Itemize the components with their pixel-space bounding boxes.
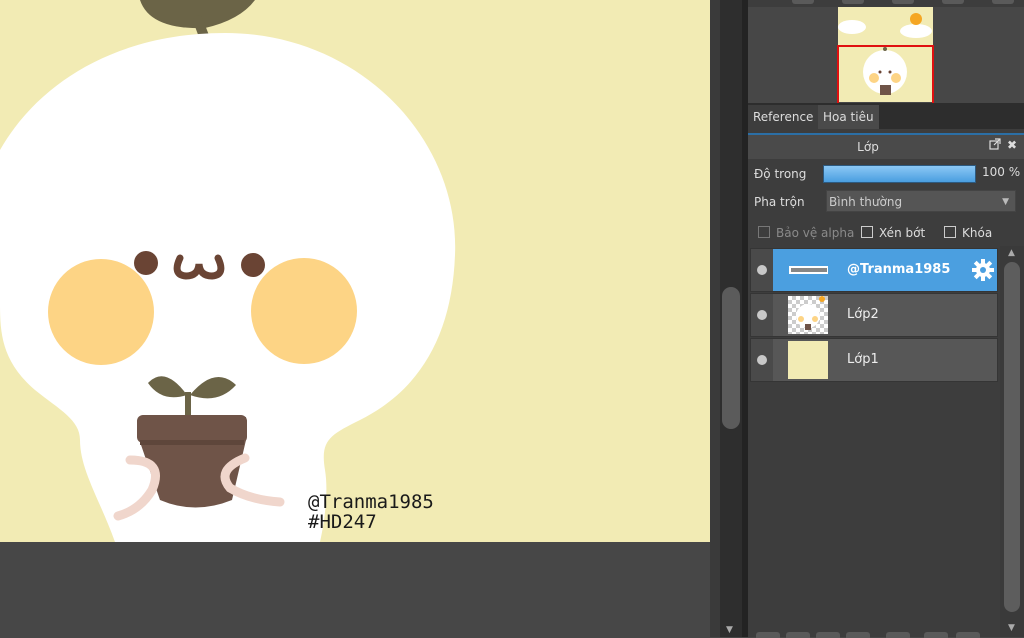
layer-item-lop2[interactable]: Lớp2	[750, 293, 998, 337]
checkbox-box	[944, 226, 956, 238]
layer-list: @Tranma1985 Lớp2 Lớp1	[748, 246, 998, 637]
nav-tool-button[interactable]	[942, 0, 964, 4]
nav-tool-button[interactable]	[792, 0, 814, 4]
navigator-viewport-rect[interactable]	[837, 45, 934, 105]
layer-toolbar	[748, 631, 1024, 638]
opacity-label: Độ trong	[754, 167, 807, 181]
clipping-label: Xén bớt	[879, 226, 926, 240]
blend-mode-select[interactable]: Bình thường ▼	[826, 190, 1016, 212]
tab-reference[interactable]: Reference	[748, 105, 819, 129]
layer-item-tranma1985[interactable]: @Tranma1985	[750, 248, 998, 292]
new-layer-button[interactable]	[756, 632, 780, 638]
watermark-hashtag: #HD247	[308, 511, 377, 533]
close-icon[interactable]: ✖	[1007, 138, 1017, 152]
scroll-up-arrow-icon[interactable]: ▲	[1008, 248, 1015, 258]
checkbox-box	[861, 226, 873, 238]
eye-dot-icon	[757, 265, 767, 275]
chevron-down-icon: ▼	[1002, 197, 1009, 207]
lock-checkbox[interactable]: Khóa	[944, 225, 992, 241]
lock-label: Khóa	[962, 226, 993, 240]
watermark-username: @Tranma1985	[308, 491, 434, 513]
layer-panel-title: Lớp	[857, 140, 879, 154]
navigator-toolbar	[748, 0, 1024, 7]
layer-name: Lớp1	[847, 352, 879, 367]
panel-tabs: Reference Hoa tiêu	[748, 103, 1024, 129]
layer-tool-button[interactable]	[924, 632, 948, 638]
clipping-checkbox[interactable]: Xén bớt	[861, 225, 925, 241]
layer-visibility-toggle[interactable]	[751, 249, 773, 291]
layer-thumbnail	[788, 341, 828, 379]
eye-dot-icon	[757, 355, 767, 365]
layer-name: Lớp2	[847, 307, 879, 322]
layer-item-lop1[interactable]: Lớp1	[750, 338, 998, 382]
gear-icon[interactable]	[971, 258, 995, 282]
right-panel: Reference Hoa tiêu Lớp ✖ Độ trong 100 % …	[748, 0, 1024, 638]
tab-navigator[interactable]: Hoa tiêu	[818, 105, 879, 129]
layer-tool-button[interactable]	[816, 632, 840, 638]
canvas-workspace[interactable]: @Tranma1985 #HD247	[0, 0, 710, 637]
opacity-slider[interactable]	[823, 165, 976, 183]
checkbox-box	[758, 226, 770, 238]
nav-tool-button[interactable]	[992, 0, 1014, 4]
layer-tool-button[interactable]	[886, 632, 910, 638]
nav-tool-button[interactable]	[842, 0, 864, 4]
nav-tool-button[interactable]	[892, 0, 914, 4]
blend-mode-label: Pha trộn	[754, 195, 805, 209]
layer-thumbnail	[788, 296, 828, 334]
popout-icon[interactable]	[989, 138, 1001, 153]
character-illustration	[0, 0, 456, 542]
layer-list-scrollbar[interactable]: ▲ ▼	[1000, 246, 1024, 637]
opacity-value: 100 %	[982, 165, 1021, 179]
canvas-vertical-scrollbar[interactable]: ▼	[720, 0, 742, 637]
delete-layer-button[interactable]	[956, 632, 980, 638]
drawing-canvas[interactable]: @Tranma1985 #HD247	[0, 0, 710, 542]
layer-tool-button[interactable]	[846, 632, 870, 638]
watermark-text: @Tranma1985 #HD247	[308, 492, 434, 532]
layer-panel-header: Lớp ✖	[748, 135, 1024, 159]
eye-dot-icon	[757, 310, 767, 320]
layer-visibility-toggle[interactable]	[751, 339, 773, 381]
protect-alpha-checkbox[interactable]: Bảo vệ alpha	[758, 225, 854, 241]
layer-thumbnail	[788, 251, 829, 289]
layer-tool-button[interactable]	[786, 632, 810, 638]
layer-name: @Tranma1985	[847, 262, 951, 277]
blend-mode-value: Bình thường	[829, 195, 903, 209]
canvas-scrollbar-thumb[interactable]	[722, 287, 740, 429]
layer-scrollbar-thumb[interactable]	[1004, 262, 1020, 612]
layer-visibility-toggle[interactable]	[751, 294, 773, 336]
navigator-preview[interactable]	[748, 7, 1024, 105]
protect-alpha-label: Bảo vệ alpha	[776, 226, 855, 240]
scroll-down-arrow-icon[interactable]: ▼	[726, 625, 733, 635]
canvas-panel-gap	[710, 0, 720, 637]
